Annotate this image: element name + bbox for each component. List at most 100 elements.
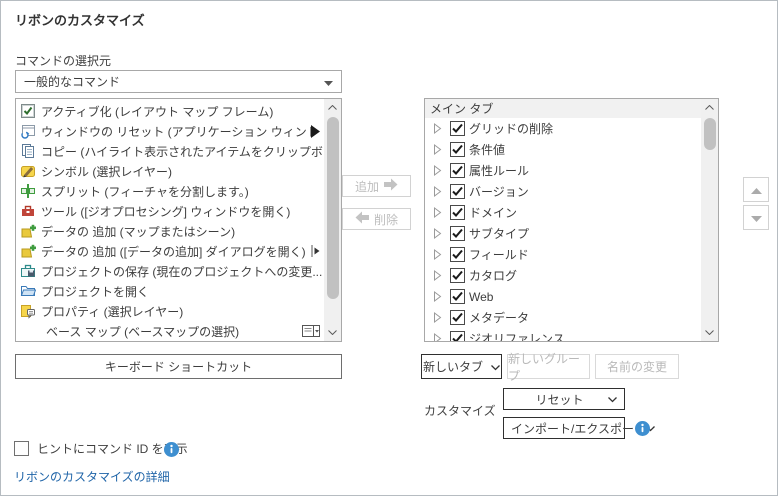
tab-item[interactable]: フィールド: [425, 244, 701, 265]
tab-checkbox[interactable]: [450, 331, 465, 341]
command-item[interactable]: プロジェクトの保存 (現在のプロジェクトへの変更...: [16, 261, 324, 281]
tab-item[interactable]: メタデータ: [425, 307, 701, 328]
command-source-dropdown[interactable]: 一般的なコマンド: [15, 70, 342, 93]
tab-label: グリッドの削除: [469, 120, 553, 137]
command-label: シンボル (選択レイヤー): [41, 163, 172, 180]
tab-checkbox[interactable]: [450, 142, 465, 157]
arrow-right-icon: [384, 178, 398, 194]
command-item[interactable]: ツール ([ジオプロセシング] ウィンドウを開く): [16, 201, 324, 221]
page-title: リボンのカスタマイズ: [15, 10, 145, 29]
scrollbar-thumb[interactable]: [704, 118, 716, 150]
new-tab-dropdown[interactable]: 新しいタブ: [421, 354, 502, 379]
command-item[interactable]: コピー (ハイライト表示されたアイテムをクリップボー...: [16, 141, 324, 161]
add-data-icon: [20, 243, 36, 259]
remove-button[interactable]: 削除: [342, 208, 411, 230]
command-item[interactable]: データの 追加 (マップまたはシーン): [16, 221, 324, 241]
command-label: データの 追加 (マップまたはシーン): [41, 223, 235, 240]
command-item[interactable]: プロパティ (選択レイヤー): [16, 301, 324, 321]
remove-button-label: 削除: [374, 211, 398, 228]
chevron-down-icon: [324, 75, 333, 89]
command-label: ウィンドウの リセット (アプリケーション ウィンドウを...: [41, 123, 311, 140]
properties-icon: [20, 303, 36, 319]
triangle-up-icon: [751, 181, 762, 199]
add-button[interactable]: 追加: [342, 175, 411, 197]
tab-checkbox[interactable]: [450, 310, 465, 325]
add-data-icon: [20, 223, 36, 239]
tab-item[interactable]: サブタイプ: [425, 223, 701, 244]
tab-checkbox[interactable]: [450, 268, 465, 283]
command-item[interactable]: スプリット (フィーチャを分割します。): [16, 181, 324, 201]
scrollbar-thumb[interactable]: [327, 117, 339, 299]
customize-ribbon-dialog: リボンのカスタマイズ コマンドの選択元 一般的なコマンド アクティブ化 (レイア…: [0, 0, 778, 496]
scroll-down-button[interactable]: [324, 324, 341, 341]
expander-icon[interactable]: [433, 270, 442, 281]
symbol-icon: [20, 163, 36, 179]
tab-item[interactable]: バージョン: [425, 181, 701, 202]
command-label: コピー (ハイライト表示されたアイテムをクリップボー...: [41, 143, 324, 160]
expander-icon[interactable]: [433, 333, 442, 341]
chevron-down-icon: [608, 392, 617, 406]
tab-checkbox[interactable]: [450, 121, 465, 136]
tab-label: 条件値: [469, 141, 505, 158]
tab-item[interactable]: グリッドの削除: [425, 118, 701, 139]
import-export-label: インポート/エクスポート: [511, 420, 646, 437]
tab-checkbox[interactable]: [450, 289, 465, 304]
ribbon-customize-details-link[interactable]: リボンのカスタマイズの詳細: [14, 468, 170, 485]
command-label: アクティブ化 (レイアウト マップ フレーム): [41, 103, 273, 120]
tab-label: Web: [469, 290, 493, 304]
reset-dropdown[interactable]: リセット: [503, 388, 625, 410]
move-down-button[interactable]: [743, 205, 769, 230]
command-item[interactable]: プロジェクトを開く: [16, 281, 324, 301]
rename-button[interactable]: 名前の変更: [595, 354, 679, 379]
tab-label: フィールド: [469, 246, 529, 263]
new-group-button[interactable]: 新しいグループ: [507, 354, 590, 379]
command-item[interactable]: シンボル (選択レイヤー): [16, 161, 324, 181]
expander-icon[interactable]: [433, 312, 442, 323]
command-item[interactable]: ベース マップ (ベースマップの選択): [16, 321, 324, 341]
tab-item[interactable]: カタログ: [425, 265, 701, 286]
expander-icon[interactable]: [433, 249, 442, 260]
copy-icon: [20, 143, 36, 159]
import-export-dropdown[interactable]: インポート/エクスポート: [503, 417, 625, 439]
keyboard-shortcuts-label: キーボード ショートカット: [105, 358, 252, 375]
tab-checkbox[interactable]: [450, 163, 465, 178]
flyout-arrow-icon[interactable]: [311, 125, 324, 138]
tab-checkbox[interactable]: [450, 247, 465, 262]
show-command-id-checkbox[interactable]: [14, 441, 29, 456]
tab-checkbox[interactable]: [450, 205, 465, 220]
command-item[interactable]: ウィンドウの リセット (アプリケーション ウィンドウを...: [16, 121, 324, 141]
tabs-scrollbar[interactable]: [701, 99, 718, 341]
command-label: プロジェクトを開く: [41, 283, 149, 300]
expander-icon[interactable]: [433, 144, 442, 155]
commands-scrollbar[interactable]: [324, 99, 341, 341]
tab-checkbox[interactable]: [450, 226, 465, 241]
show-command-id-row: ヒントにコマンド ID を表示: [14, 440, 188, 457]
open-project-icon: [20, 283, 36, 299]
flyout-arrow-small-icon[interactable]: [311, 245, 324, 257]
expander-icon[interactable]: [433, 291, 442, 302]
expander-icon[interactable]: [433, 207, 442, 218]
scroll-down-button[interactable]: [701, 324, 718, 341]
command-item[interactable]: データの 追加 ([データの追加] ダイアログを開く): [16, 241, 324, 261]
command-label: スプリット (フィーチャを分割します。): [41, 183, 249, 200]
tab-item[interactable]: ドメイン: [425, 202, 701, 223]
tabs-tree-rows: グリッドの削除 条件値 属性ルール バージョン ドメイン: [425, 118, 701, 341]
move-up-button[interactable]: [743, 177, 769, 202]
tab-item[interactable]: Web: [425, 286, 701, 307]
info-icon[interactable]: [635, 421, 650, 436]
expander-icon[interactable]: [433, 123, 442, 134]
expander-icon[interactable]: [433, 165, 442, 176]
tab-item[interactable]: ジオリファレンス: [425, 328, 701, 341]
tab-item[interactable]: 条件値: [425, 139, 701, 160]
tab-item[interactable]: 属性ルール: [425, 160, 701, 181]
tab-label: ジオリファレンス: [469, 330, 565, 341]
tab-label: カタログ: [469, 267, 517, 284]
expander-icon[interactable]: [433, 186, 442, 197]
info-icon[interactable]: [164, 442, 179, 457]
tab-checkbox[interactable]: [450, 184, 465, 199]
keyboard-shortcuts-button[interactable]: キーボード ショートカット: [15, 354, 342, 379]
command-item[interactable]: アクティブ化 (レイアウト マップ フレーム): [16, 101, 324, 121]
scroll-up-button[interactable]: [324, 99, 341, 116]
scroll-up-button[interactable]: [701, 99, 718, 116]
expander-icon[interactable]: [433, 228, 442, 239]
